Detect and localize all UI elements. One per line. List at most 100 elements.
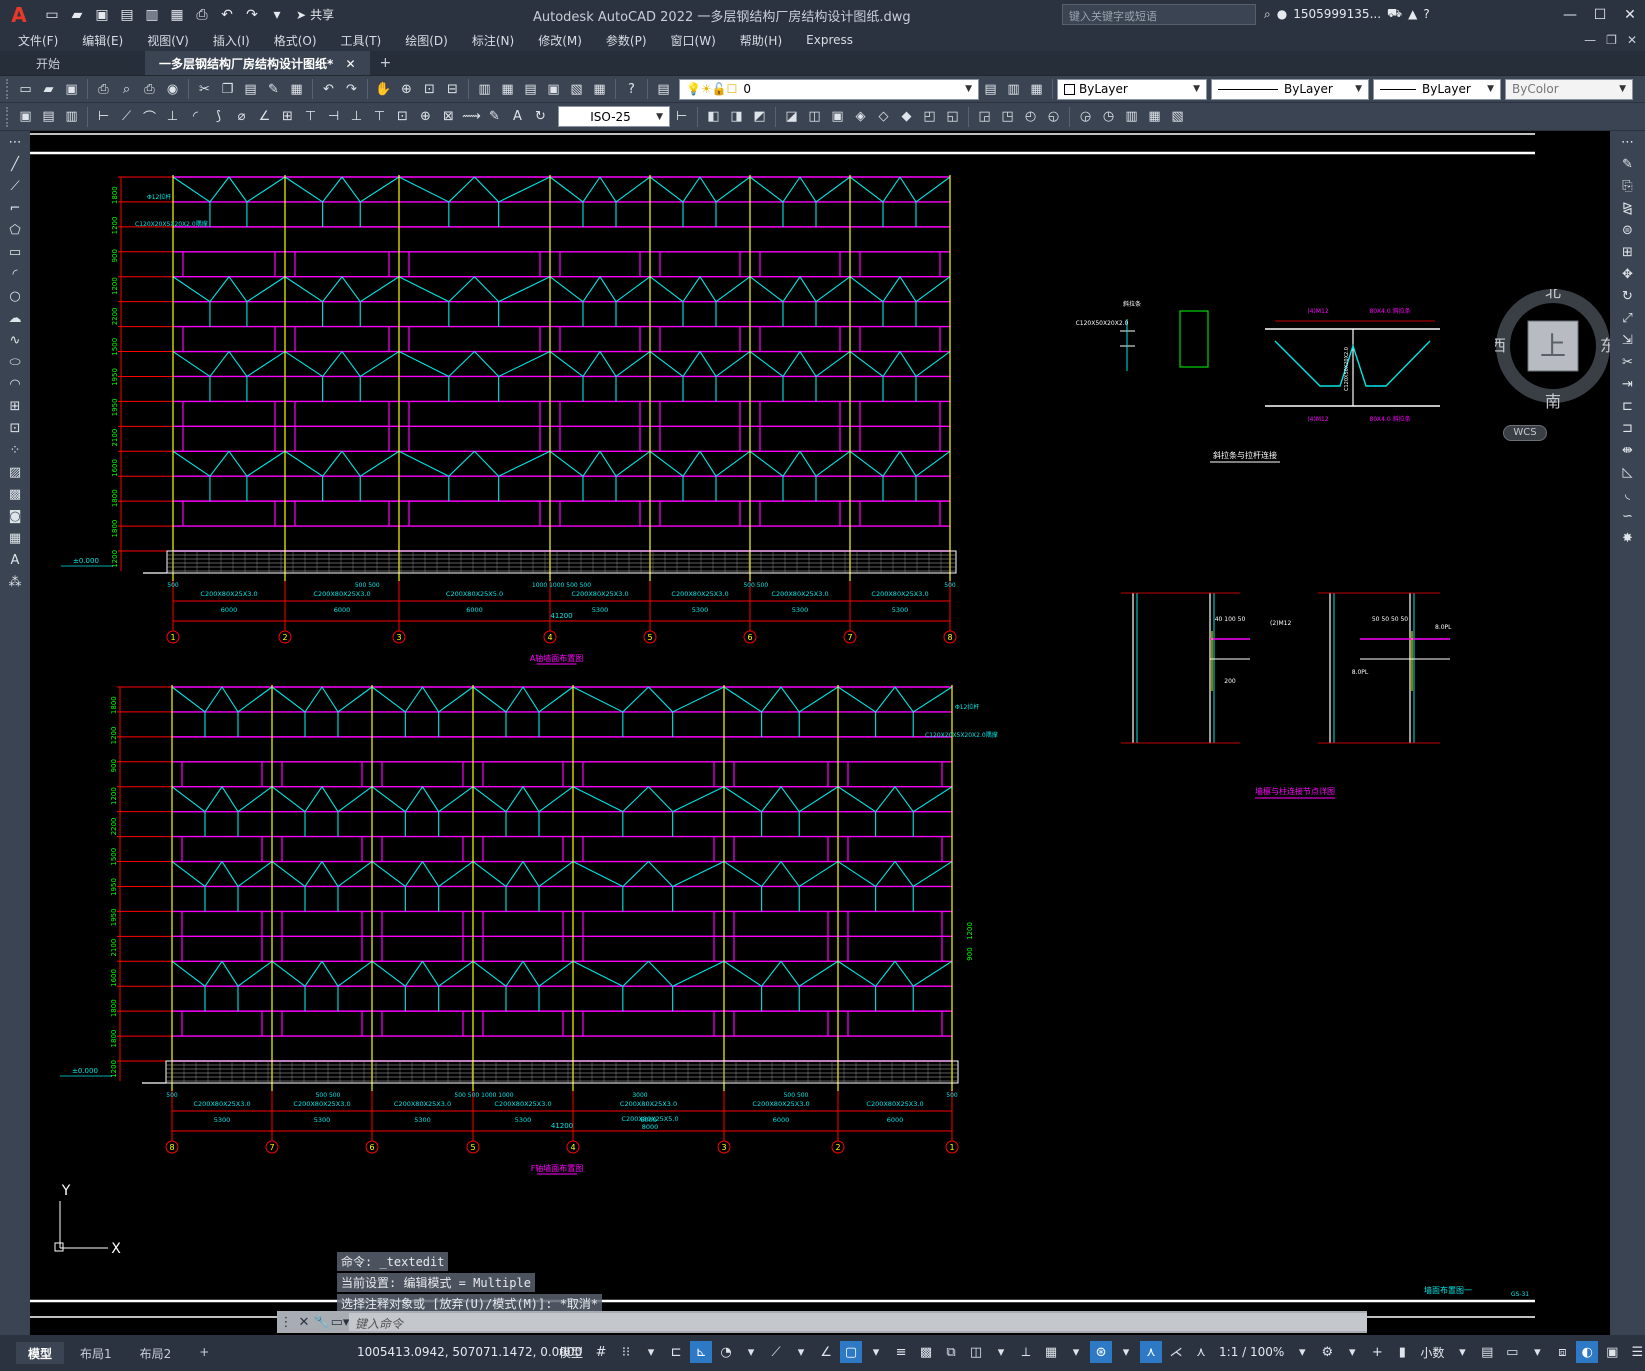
transparency-icon[interactable]: ▩ bbox=[915, 1341, 937, 1363]
intersect-icon[interactable]: ◩ bbox=[749, 106, 770, 127]
customize-qat-icon[interactable]: ▾ bbox=[267, 5, 287, 25]
dim-angular-icon[interactable]: ∠ bbox=[254, 106, 275, 127]
subtract-icon[interactable]: ◨ bbox=[726, 106, 747, 127]
save-icon[interactable]: ▣ bbox=[92, 5, 112, 25]
revcloud-icon[interactable]: ☁ bbox=[0, 307, 30, 329]
chamfer-icon[interactable]: ◺ bbox=[1610, 461, 1645, 483]
chevron-down-icon[interactable]: ▾ bbox=[640, 1341, 662, 1363]
model-space-drawing[interactable]: 墙面布置图一 GS-31 1800120090012002200150019501… bbox=[30, 131, 1610, 1335]
gradient-icon[interactable]: ▩ bbox=[0, 483, 30, 505]
close-command-line-icon[interactable]: ✕ bbox=[295, 1313, 313, 1331]
dim-space-icon[interactable]: ⊥ bbox=[346, 106, 367, 127]
3d-dwf-icon[interactable]: ◉ bbox=[162, 79, 183, 100]
save-icon[interactable]: ▣ bbox=[61, 79, 82, 100]
units-value[interactable]: 小数 bbox=[1416, 1344, 1448, 1361]
coordinate-readout[interactable]: 1005413.0942, 507071.1472, 0.0000 bbox=[357, 1345, 582, 1359]
quickcalc-icon[interactable]: ▦ bbox=[589, 79, 610, 100]
tab-start[interactable]: 开始 bbox=[0, 51, 145, 75]
customize-icon[interactable]: 🔧 bbox=[313, 1313, 331, 1331]
menu-file[interactable]: 文件(F) bbox=[0, 32, 70, 49]
add-selected-icon[interactable]: ⁂ bbox=[0, 571, 30, 593]
help-icon[interactable]: ? bbox=[1423, 7, 1429, 21]
ellipse-arc-icon[interactable]: ◠ bbox=[0, 373, 30, 395]
autodesk-account-icon[interactable]: ▲ bbox=[1408, 7, 1417, 21]
markup-icon[interactable]: ▧ bbox=[566, 79, 587, 100]
dim-edit-icon[interactable]: ✎ bbox=[484, 106, 505, 127]
user-name[interactable]: 1505999135... bbox=[1293, 7, 1381, 21]
blend-curves-icon[interactable]: ∽ bbox=[1610, 505, 1645, 527]
open-icon[interactable]: ▰ bbox=[67, 5, 87, 25]
chevron-down-icon[interactable]: ▾ bbox=[865, 1341, 887, 1363]
paste-icon[interactable]: ▤ bbox=[240, 79, 261, 100]
doc-minimize-icon[interactable]: — bbox=[1584, 33, 1596, 47]
save-web-icon[interactable]: ▦ bbox=[167, 5, 187, 25]
plot-preview-icon[interactable]: ⌕ bbox=[116, 79, 137, 100]
break-icon[interactable]: ⊐ bbox=[1610, 417, 1645, 439]
copy-icon[interactable]: ❐ bbox=[217, 79, 238, 100]
slice-icon[interactable]: ◷ bbox=[1098, 106, 1119, 127]
annotation-scale-icon[interactable]: ⋏ bbox=[1190, 1341, 1212, 1363]
save-as-icon[interactable]: ▤ bbox=[117, 5, 137, 25]
chevron-down-icon[interactable]: ▾ bbox=[1341, 1341, 1363, 1363]
chevron-down-icon[interactable]: ▾ bbox=[740, 1341, 762, 1363]
selection-filter-icon[interactable]: ▦ bbox=[1040, 1341, 1062, 1363]
chevron-down-icon[interactable]: ▾ bbox=[790, 1341, 812, 1363]
table-icon[interactable]: ▦ bbox=[0, 527, 30, 549]
chevron-down-icon[interactable]: ▾ bbox=[990, 1341, 1012, 1363]
compass-south[interactable]: 南 bbox=[1545, 392, 1561, 409]
isolate-objects-icon[interactable]: ⧈ bbox=[1551, 1341, 1573, 1363]
circle-icon[interactable]: ○ bbox=[0, 285, 30, 307]
chevron-down-icon[interactable]: ▾ bbox=[1451, 1341, 1473, 1363]
ortho-icon[interactable]: ⊾ bbox=[690, 1341, 713, 1363]
zoom-previous-icon[interactable]: ⊟ bbox=[442, 79, 463, 100]
undo-icon[interactable]: ↶ bbox=[217, 5, 237, 25]
redo-icon[interactable]: ↷ bbox=[341, 79, 362, 100]
workspace-icon[interactable]: ▣ bbox=[15, 106, 36, 127]
redo-icon[interactable]: ↷ bbox=[242, 5, 262, 25]
polygon-icon[interactable]: ⬠ bbox=[0, 219, 30, 241]
menu-view[interactable]: 视图(V) bbox=[135, 32, 201, 49]
extend-icon[interactable]: ⇥ bbox=[1610, 373, 1645, 395]
mtext-icon[interactable]: A bbox=[0, 549, 30, 571]
minimize-icon[interactable]: — bbox=[1555, 0, 1585, 29]
point-icon[interactable]: ⁘ bbox=[0, 439, 30, 461]
menu-dimension[interactable]: 标注(N) bbox=[460, 32, 526, 49]
share-button[interactable]: ➤ 共享 bbox=[296, 6, 334, 23]
lock-ui-icon[interactable]: ▭ bbox=[1501, 1341, 1523, 1363]
spline-icon[interactable]: ∿ bbox=[0, 329, 30, 351]
3d-osnap-icon[interactable]: ◫ bbox=[965, 1341, 987, 1363]
dim-update-icon[interactable]: ↻ bbox=[530, 106, 551, 127]
design-center-icon[interactable]: ▦ bbox=[497, 79, 518, 100]
open-web-icon[interactable]: ▥ bbox=[142, 5, 162, 25]
chevron-down-icon[interactable]: ▾ bbox=[1065, 1341, 1087, 1363]
new-tab-button[interactable]: + bbox=[370, 51, 402, 75]
toolbar-grip[interactable]: ⋯ bbox=[0, 131, 30, 153]
shell-icon[interactable]: ◵ bbox=[1043, 106, 1064, 127]
dim-radius-icon[interactable]: ◜ bbox=[185, 106, 206, 127]
layer-states-icon[interactable]: ▦ bbox=[1026, 79, 1047, 100]
snap-icon[interactable]: ⁝⁝ bbox=[615, 1341, 637, 1363]
dynamic-ucs-icon[interactable]: ⟂ bbox=[1015, 1341, 1037, 1363]
toolbar-grip[interactable] bbox=[6, 79, 10, 99]
tolerance-icon[interactable]: ⊡ bbox=[392, 106, 413, 127]
dim-ordinate-icon[interactable]: ⊥ bbox=[162, 106, 183, 127]
workspace-switch-icon[interactable]: ⚙ bbox=[1316, 1341, 1338, 1363]
compass-east[interactable]: 东 bbox=[1600, 336, 1610, 355]
color-faces-icon[interactable]: ◱ bbox=[942, 106, 963, 127]
menu-express[interactable]: Express bbox=[794, 33, 865, 47]
polar-icon[interactable]: ◔ bbox=[715, 1341, 737, 1363]
compass-west[interactable]: 西 bbox=[1495, 336, 1506, 355]
jogged-linear-icon[interactable]: ⟿ bbox=[461, 106, 482, 127]
inspection-icon[interactable]: ⊠ bbox=[438, 106, 459, 127]
command-grip-icon[interactable]: ⋮ bbox=[277, 1313, 295, 1331]
delete-faces-icon[interactable]: ◈ bbox=[850, 106, 871, 127]
annotation-scale-value[interactable]: 1:1 / 100% bbox=[1215, 1345, 1288, 1359]
erase-icon[interactable]: ✎ bbox=[1610, 153, 1645, 175]
wcs-menu[interactable]: WCS bbox=[1503, 425, 1547, 441]
tab-layout2[interactable]: 布局2 bbox=[128, 1342, 184, 1364]
flatshot-icon[interactable]: ▧ bbox=[1167, 106, 1188, 127]
cut-icon[interactable]: ✂ bbox=[194, 79, 215, 100]
extrude-faces-icon[interactable]: ◪ bbox=[781, 106, 802, 127]
pan-icon[interactable]: ✋ bbox=[373, 79, 394, 100]
polyline-icon[interactable]: ⌐ bbox=[0, 197, 30, 219]
